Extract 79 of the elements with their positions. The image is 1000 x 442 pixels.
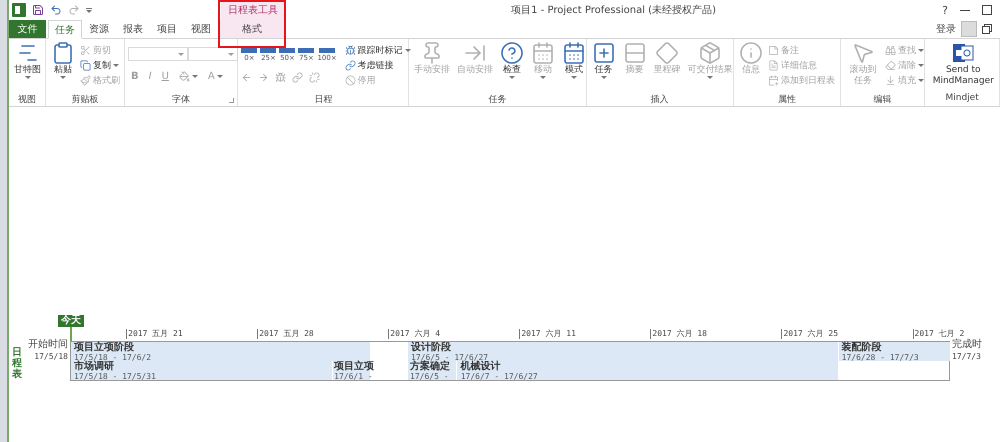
plus-box-icon	[592, 41, 616, 65]
today-marker: 今天	[58, 315, 84, 327]
paint-bucket-icon	[178, 71, 190, 82]
question-icon	[500, 41, 524, 65]
help-button[interactable]: ?	[942, 4, 948, 16]
bug-icon	[275, 72, 286, 83]
timescale-tick: 2017 六月 11	[519, 329, 576, 339]
arrow-right-icon	[258, 72, 270, 83]
maximize-icon[interactable]	[982, 5, 992, 15]
info-icon	[738, 41, 763, 65]
unlink-icon	[309, 72, 320, 83]
customize-icon[interactable]	[86, 7, 92, 13]
timeline-task-bar[interactable]: 方案确定 17/6/5 -	[408, 361, 457, 380]
group-label: Mindjet	[944, 93, 980, 105]
ribbon-button[interactable]: 复制	[80, 58, 120, 72]
calendar-icon	[562, 41, 586, 65]
timescale-tick: 2017 五月 28	[257, 329, 314, 339]
timeline-task-bar[interactable]: 项目立项阶段 17/5/18 - 17/6/2	[71, 342, 371, 361]
ribbon-tab[interactable]: 报表	[116, 20, 150, 38]
ban-icon	[344, 74, 356, 86]
group-label: 剪贴板	[70, 94, 100, 106]
timescale-tick: 2017 六月 25	[781, 329, 838, 339]
save-icon[interactable]	[32, 4, 44, 16]
undo-icon[interactable]	[50, 4, 62, 16]
package-icon	[698, 41, 722, 65]
timescale-tick: 2017 五月 21	[126, 329, 183, 339]
ribbon-button[interactable]: 任务	[590, 41, 618, 79]
copy-icon	[80, 60, 91, 70]
ribbon-button[interactable]: 粘贴	[49, 41, 77, 79]
group-label: 插入	[650, 94, 670, 106]
mindmanager-icon	[951, 41, 976, 65]
group-label: 日程	[313, 94, 334, 106]
ribbon-button[interactable]: 检查	[498, 41, 526, 79]
ribbon-tab[interactable]: 视图	[184, 20, 218, 38]
arrow-left-icon	[241, 72, 252, 83]
note-icon	[768, 44, 779, 56]
calendar-icon	[531, 41, 556, 65]
diamond-icon	[655, 41, 680, 65]
ribbon-button[interactable]: Send to MindManager	[928, 41, 998, 87]
paintbrush-icon	[80, 74, 91, 86]
timescale-tick: 2017 六月 18	[650, 329, 707, 339]
calendar-plus-icon	[768, 74, 779, 86]
launcher-icon[interactable]	[229, 98, 234, 103]
timescale-tick: 2017 七月 2	[912, 329, 964, 339]
timescale-tick: 2017 六月 4	[388, 329, 440, 339]
scissors-icon	[80, 44, 91, 56]
group-label: 字体	[128, 93, 234, 106]
highlight-frame	[218, 0, 286, 48]
ribbon-button[interactable]: 甘特图	[12, 41, 43, 79]
ribbon-button[interactable]: 跟踪时标记	[344, 43, 411, 57]
finish-label: 完成时 17/7/3	[951, 339, 983, 363]
eraser-icon	[884, 60, 896, 70]
group-label: 编辑	[872, 94, 893, 106]
ribbon-button[interactable]: 模式	[560, 41, 588, 79]
group-label: 属性	[776, 94, 797, 106]
timeline-task-bar[interactable]: 机械设计 17/6/7 - 17/6/27	[456, 361, 839, 380]
ribbon-tab[interactable]: 资源	[82, 20, 116, 38]
arrow-down-icon	[884, 74, 896, 86]
start-label: 开始时间 17/5/18	[27, 339, 69, 363]
timeline-task-bar[interactable]: 设计阶段 17/6/5 - 17/6/27	[408, 342, 839, 361]
group-label: 任务	[487, 94, 508, 106]
clipboard-icon	[51, 41, 75, 65]
ribbon-tab[interactable]: 文件	[9, 20, 46, 38]
ribbon-button[interactable]: 考虑链接	[344, 58, 411, 72]
app-icon	[12, 3, 26, 17]
timeline-task-bar[interactable]: 装配阶段 17/6/28 - 17/7/3	[838, 342, 951, 361]
restore-icon[interactable]	[982, 24, 992, 34]
group-label: 视图	[17, 94, 37, 106]
ribbon-tab[interactable]: 项目	[150, 20, 184, 38]
document-icon	[768, 60, 779, 70]
link-icon	[344, 60, 356, 70]
ribbon-tab[interactable]: 格式	[220, 20, 284, 38]
timeline-label: 日程表	[12, 347, 22, 380]
window-title: 项目1 - Project Professional (未经授权产品)	[510, 4, 717, 18]
link-icon	[292, 72, 304, 83]
sign-in-link[interactable]: 登录	[936, 22, 956, 36]
ribbon-tab[interactable]: 任务	[48, 20, 82, 39]
binoculars-icon	[884, 44, 896, 56]
timeline-task-bar[interactable]: 市场调研 17/5/18 - 17/5/31	[71, 361, 334, 380]
